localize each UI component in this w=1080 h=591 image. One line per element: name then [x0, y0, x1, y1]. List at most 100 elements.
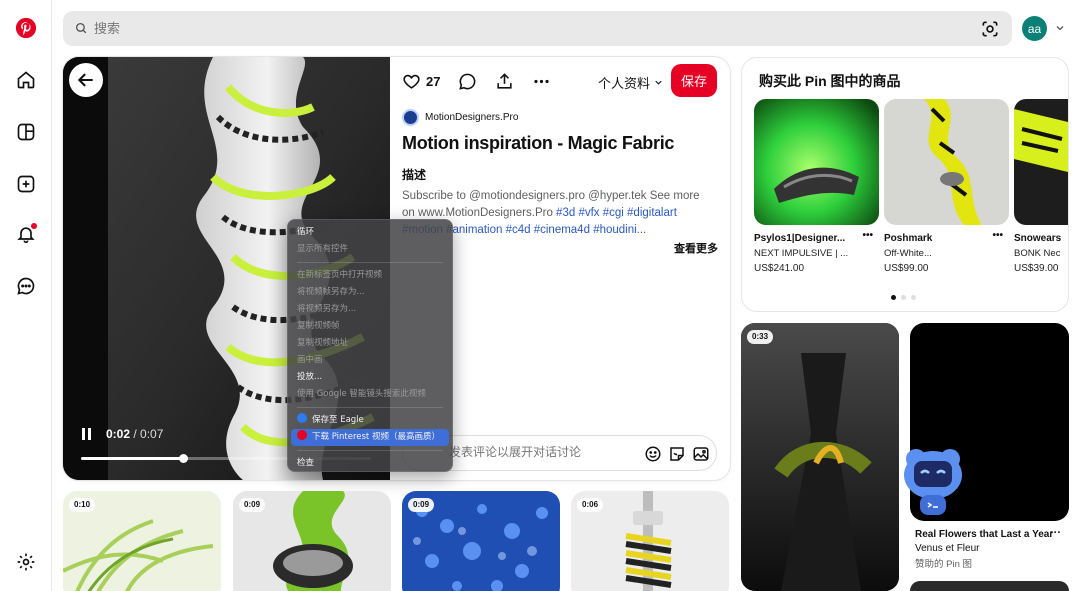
menu-item-cast[interactable]: 投放... [288, 369, 452, 386]
video-duration-badge: 0:06 [577, 498, 604, 512]
hashtag-link[interactable]: #vfx [578, 207, 602, 219]
product-price: US$241.00 [754, 263, 805, 274]
product-more-icon[interactable]: ••• [862, 230, 873, 241]
carousel-dot[interactable] [901, 295, 906, 300]
video-duration-badge: 0:10 [69, 498, 96, 512]
product-subtitle: Off-White... [884, 248, 932, 259]
search-bar [63, 11, 1012, 46]
hashtag-link[interactable]: #digitalart [627, 207, 677, 219]
context-menu: 循环 显示所有控件 在新标签页中打开视频 将视频帧另存为... 将视频另存为..… [287, 219, 453, 472]
carousel-dot[interactable] [891, 295, 896, 300]
profile-dropdown[interactable]: 个人资料 [598, 73, 664, 92]
share-icon [497, 72, 513, 89]
sidebar [0, 0, 52, 591]
product-name: Psylos1|Designer... [754, 233, 846, 244]
profile-dropdown-label: 个人资料 [598, 76, 651, 91]
creator-avatar [402, 109, 419, 126]
product-subtitle: BONK Nec [1014, 248, 1061, 259]
emoji-icon[interactable] [643, 444, 663, 464]
menu-item-loop[interactable]: 循环 [288, 224, 452, 241]
menu-separator [297, 407, 443, 408]
like-button[interactable]: 27 [402, 72, 440, 91]
notification-dot [31, 223, 37, 229]
pinterest-download-icon [297, 430, 307, 440]
create-icon[interactable] [14, 172, 38, 196]
settings-icon[interactable] [14, 550, 38, 574]
product-card[interactable]: Snowears BONK Nec US$39.00 [1014, 99, 1068, 274]
shop-title: 购买此 Pin 图中的商品 [759, 73, 901, 89]
menu-item-copy-frame[interactable]: 复制视频帧 [288, 318, 452, 335]
home-icon[interactable] [14, 68, 38, 92]
product-more-icon[interactable]: ••• [992, 230, 1003, 241]
pin-title: Real Flowers that Last a Year [915, 529, 1054, 540]
menu-separator [297, 262, 443, 263]
back-button[interactable] [69, 63, 103, 97]
menu-item-picture-in-picture[interactable]: 画中画 [288, 352, 452, 369]
hashtag-link[interactable]: #3d [556, 207, 578, 219]
comment-button[interactable] [458, 72, 477, 91]
hashtag-link[interactable]: #animation [446, 224, 505, 236]
sticker-icon[interactable] [667, 444, 687, 464]
menu-item-google-lens[interactable]: 使用 Google 智能镜头搜索此视频 [288, 386, 452, 403]
menu-item-save-to-eagle[interactable]: 保存至 Eagle [288, 412, 452, 429]
video-duration-badge: 0:33 [747, 330, 774, 344]
eagle-icon [297, 413, 307, 423]
hashtag-link[interactable]: #cinema4d [534, 224, 593, 236]
menu-item-label: 下载 Pinterest 视频（最高画质） [312, 432, 440, 442]
product-name: Snowears [1014, 233, 1062, 244]
menu-item-open-video-new-tab[interactable]: 在新标签页中打开视频 [288, 267, 452, 284]
product-card[interactable]: Poshmark Off-White... US$99.00 ••• [884, 99, 1009, 274]
comment-icon [459, 73, 476, 90]
notifications-icon[interactable] [14, 222, 38, 246]
search-input[interactable] [94, 21, 954, 36]
menu-item-save-video-as[interactable]: 将视频另存为... [288, 301, 452, 318]
more-options-button[interactable] [532, 72, 551, 91]
pin-tile[interactable] [910, 581, 1069, 591]
pause-button[interactable] [81, 428, 93, 440]
like-count: 27 [426, 73, 441, 89]
share-button[interactable] [495, 72, 514, 91]
product-image [754, 99, 879, 225]
arrow-left-icon [77, 73, 93, 87]
see-more-link[interactable]: 查看更多 [674, 240, 718, 256]
search-icon [75, 22, 87, 34]
shop-panel: 购买此 Pin 图中的商品 Psylos1|Designer... NEXT I… [741, 57, 1069, 312]
pin-tile[interactable]: 0:10 [63, 491, 221, 591]
hashtag-link[interactable]: #houdini... [593, 224, 646, 236]
hashtag-link[interactable]: #c4d [506, 224, 534, 236]
pin-tile[interactable]: 0:33 [741, 323, 899, 591]
avatar[interactable]: aa [1022, 16, 1047, 41]
visual-search-icon[interactable] [978, 17, 1002, 41]
video-time: 0:02 / 0:07 [106, 427, 164, 441]
explore-icon[interactable] [14, 120, 38, 144]
product-subtitle: NEXT IMPULSIVE | ... [754, 248, 849, 259]
product-image [884, 99, 1009, 225]
menu-item-show-controls[interactable]: 显示所有控件 [288, 241, 452, 258]
pin-title: Motion inspiration - Magic Fabric [402, 133, 675, 153]
product-card[interactable]: Psylos1|Designer... NEXT IMPULSIVE | ...… [754, 99, 879, 274]
carousel-dot[interactable] [911, 295, 916, 300]
menu-item-save-frame-as[interactable]: 将视频帧另存为... [288, 284, 452, 301]
messages-icon[interactable] [14, 274, 38, 298]
heart-icon [403, 74, 420, 89]
pin-more-icon[interactable]: ··· [1050, 527, 1061, 539]
pinterest-logo-icon[interactable] [14, 16, 38, 40]
image-icon[interactable] [691, 444, 711, 464]
pin-tile[interactable]: 0:09 [402, 491, 560, 591]
assistant-bot-icon[interactable] [902, 445, 964, 519]
sponsored-label: 赞助的 Pin 图 [915, 559, 973, 570]
creator[interactable]: MotionDesigners.Pro [402, 109, 518, 126]
pin-tile[interactable]: 0:06 [571, 491, 729, 591]
pin-advertiser[interactable]: Venus et Fleur [915, 543, 979, 554]
menu-item-copy-video-address[interactable]: 复制视频地址 [288, 335, 452, 352]
menu-item-inspect[interactable]: 检查 [288, 455, 452, 472]
video-duration-badge: 0:09 [239, 498, 266, 512]
hashtag-link[interactable]: #cgi [603, 207, 627, 219]
pin-tile[interactable]: 0:09 [233, 491, 391, 591]
save-button[interactable]: 保存 [671, 64, 717, 97]
chevron-down-icon[interactable] [1054, 22, 1066, 34]
comment-input[interactable] [449, 445, 619, 459]
menu-item-download-pinterest-video[interactable]: 下载 Pinterest 视频（最高画质） [291, 429, 449, 446]
menu-item-label: 保存至 Eagle [312, 415, 364, 425]
product-price: US$99.00 [884, 263, 929, 274]
